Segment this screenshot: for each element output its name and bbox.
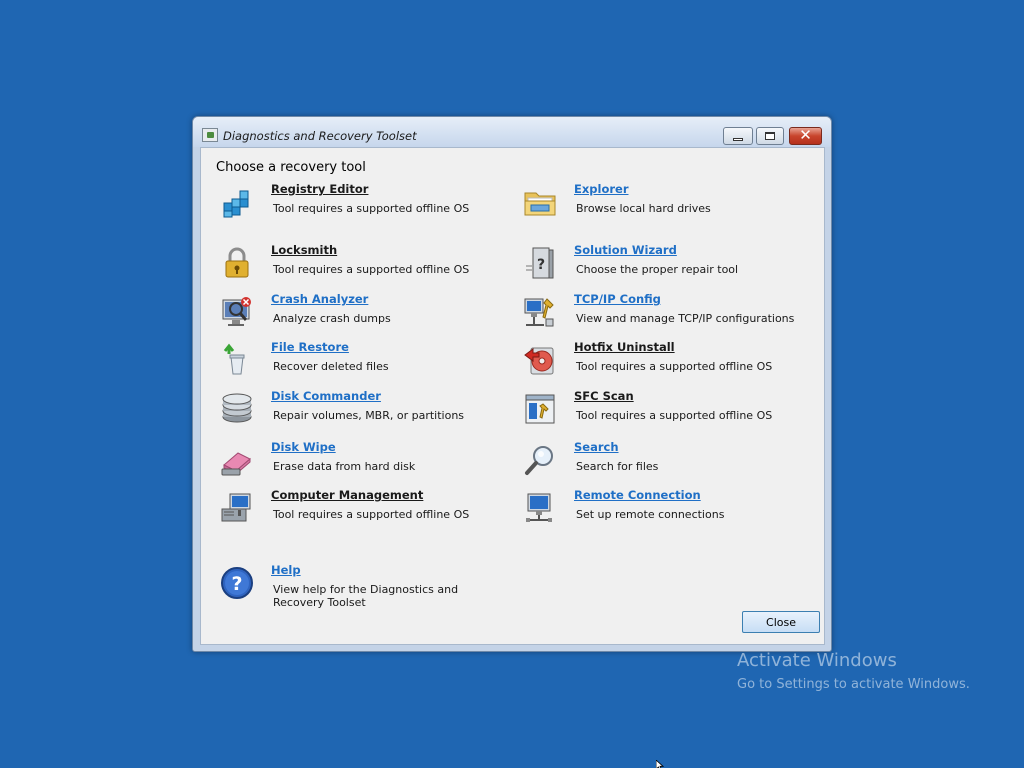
computer-management-icon [221,493,251,522]
tool-solution-wizard: ? Solution Wizard Choose the proper repa… [523,243,813,289]
close-button[interactable]: Close [742,611,820,633]
search-link[interactable]: Search [574,440,619,454]
sfc-window-icon [525,394,555,424]
locksmith-link[interactable]: Locksmith [271,243,337,257]
sfc-scan-link[interactable]: SFC Scan [574,389,634,403]
registry-editor-desc: Tool requires a supported offline OS [273,202,470,215]
tcpip-config-desc: View and manage TCP/IP configurations [576,312,795,325]
tool-computer-management: Computer Management Tool requires a supp… [220,488,510,534]
tool-file-restore: File Restore Recover deleted files [220,340,510,386]
tool-registry-editor: Registry Editor Tool requires a supporte… [220,182,510,228]
disk-wipe-link[interactable]: Disk Wipe [271,440,336,454]
crash-analyzer-desc: Analyze crash dumps [273,312,391,325]
magnifier-icon [525,446,553,475]
search-desc: Search for files [576,460,659,473]
computer-management-link[interactable]: Computer Management [271,488,423,502]
disk-wipe-desc: Erase data from hard disk [273,460,416,473]
crash-monitor-icon [222,297,251,326]
activation-watermark: Activate Windows Go to Settings to activ… [737,650,970,692]
recycle-bin-icon [223,343,245,375]
tcpip-config-link[interactable]: TCP/IP Config [574,292,661,306]
solution-wizard-link[interactable]: Solution Wizard [574,243,677,257]
close-icon: ✕ [799,126,812,144]
explorer-link[interactable]: Explorer [574,182,629,196]
tool-tcpip-config: TCP/IP Config View and manage TCP/IP con… [523,292,813,338]
title-close-button[interactable]: ✕ [789,126,822,145]
registry-editor-link[interactable]: Registry Editor [271,182,368,196]
page-title: Choose a recovery tool [216,160,366,175]
tool-locksmith: Locksmith Tool requires a supported offl… [220,243,510,289]
remote-monitor-icon [526,493,552,522]
maximize-button[interactable] [756,127,784,145]
tool-disk-commander: Disk Commander Repair volumes, MBR, or p… [220,389,510,435]
client-area: Choose a recovery tool Registry Editor T… [200,147,825,645]
hotfix-disc-icon [524,347,554,375]
watermark-title: Activate Windows [737,650,897,671]
help-icon: ? [221,567,253,599]
network-config-icon [524,298,554,327]
window-title: Diagnostics and Recovery Toolset [223,129,417,143]
computer-management-desc: Tool requires a supported offline OS [273,508,470,521]
solution-wizard-desc: Choose the proper repair tool [576,263,739,276]
explorer-desc: Browse local hard drives [576,202,711,215]
file-restore-link[interactable]: File Restore [271,340,349,354]
help-desc: View help for the Diagnostics and Recove… [273,583,459,609]
locksmith-desc: Tool requires a supported offline OS [273,263,470,276]
tool-remote-connection: Remote Connection Set up remote connecti… [523,488,813,534]
tool-disk-wipe: Disk Wipe Erase data from hard disk [220,440,510,486]
registry-icon [223,190,249,218]
tower-question-icon: ? [526,247,554,279]
tool-explorer: Explorer Browse local hard drives [523,182,813,228]
remote-connection-desc: Set up remote connections [576,508,725,521]
hotfix-uninstall-link[interactable]: Hotfix Uninstall [574,340,675,354]
remote-connection-link[interactable]: Remote Connection [574,488,701,502]
watermark-subtitle: Go to Settings to activate Windows. [737,677,970,692]
hotfix-uninstall-desc: Tool requires a supported offline OS [576,360,773,373]
recovery-toolset-window: Diagnostics and Recovery Toolset ✕ Choos… [192,116,832,652]
help-link[interactable]: Help [271,563,301,577]
eraser-icon [221,452,251,476]
svg-text:?: ? [537,257,545,273]
title-bar[interactable]: Diagnostics and Recovery Toolset ✕ [193,117,831,147]
folder-icon [524,192,556,216]
tool-search: Search Search for files [523,440,813,486]
disk-commander-desc: Repair volumes, MBR, or partitions [273,409,465,422]
svg-text:?: ? [231,573,242,595]
padlock-icon [225,247,249,278]
disk-commander-link[interactable]: Disk Commander [271,389,381,403]
maximize-icon [765,132,775,140]
sfc-scan-desc: Tool requires a supported offline OS [576,409,773,422]
tool-help: ? Help View help for the Diagnostics and… [220,563,510,609]
tool-crash-analyzer: Crash Analyzer Analyze crash dumps [220,292,510,338]
crash-analyzer-link[interactable]: Crash Analyzer [271,292,368,306]
tool-sfc-scan: SFC Scan Tool requires a supported offli… [523,389,813,435]
mouse-cursor-icon [656,760,664,768]
minimize-icon [733,138,743,141]
disk-stack-icon [222,393,252,423]
file-restore-desc: Recover deleted files [273,360,389,373]
tool-hotfix-uninstall: Hotfix Uninstall Tool requires a support… [523,340,813,386]
app-icon [202,128,218,142]
minimize-button[interactable] [723,127,753,145]
